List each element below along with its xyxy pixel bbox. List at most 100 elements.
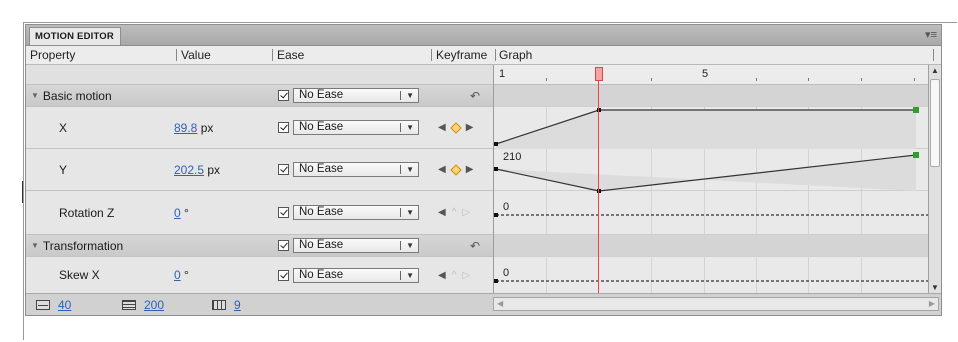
- property-curves: [494, 107, 928, 283]
- property-row-y: Y 202.5 px No Ease ▼ ◀ ▶: [26, 149, 493, 191]
- add-keyframe-icon: ^: [451, 207, 457, 218]
- ease-checkbox[interactable]: [278, 164, 289, 175]
- keyframe-point[interactable]: [494, 142, 498, 146]
- dropdown-arrow-icon: ▼: [406, 165, 414, 174]
- vertical-scrollbar[interactable]: ▲ ▼: [928, 65, 941, 293]
- viewable-frames-value[interactable]: 9: [234, 298, 241, 312]
- add-keyframe-icon: ^: [451, 269, 457, 281]
- property-label: X: [59, 120, 68, 135]
- keyframe-point[interactable]: [913, 107, 919, 113]
- ease-dropdown-value: No Ease: [299, 239, 344, 251]
- column-divider[interactable]: [431, 49, 432, 61]
- previous-keyframe-icon[interactable]: ◀: [438, 164, 446, 175]
- column-header-keyframe: Keyframe: [436, 48, 488, 62]
- expanded-graph-size-value[interactable]: 200: [144, 298, 164, 312]
- rotation-value-label: 0: [502, 201, 511, 213]
- playhead-handle[interactable]: [595, 67, 603, 81]
- property-value-skew-x[interactable]: 0: [174, 268, 181, 282]
- ease-dropdown-value: No Ease: [299, 163, 344, 175]
- collapse-triangle-icon[interactable]: ▼: [31, 241, 39, 250]
- column-header-graph: Graph: [499, 48, 533, 62]
- column-headers: Property Value Ease Keyframe Graph: [26, 46, 941, 65]
- ease-dropdown[interactable]: No Ease ▼: [293, 88, 419, 103]
- ease-checkbox[interactable]: [278, 269, 289, 281]
- ease-checkbox[interactable]: [278, 240, 289, 251]
- property-value-x[interactable]: 89.8: [174, 121, 197, 135]
- dropdown-arrow-icon: ▼: [406, 241, 414, 250]
- property-row-x: X 89.8 px No Ease ▼ ◀ ▶: [26, 107, 493, 149]
- graph-size-value[interactable]: 40: [58, 298, 71, 312]
- motion-editor-tab[interactable]: MOTION EDITOR: [29, 27, 121, 45]
- ease-checkbox[interactable]: [278, 90, 289, 101]
- reset-values-icon[interactable]: ↶: [470, 239, 480, 253]
- playhead-line: [598, 81, 599, 293]
- ease-dropdown-value: No Ease: [299, 121, 344, 133]
- panel-tab-strip: MOTION EDITOR ▾≡: [26, 25, 941, 46]
- scroll-up-arrow-icon[interactable]: ▲: [930, 66, 940, 75]
- graph-area[interactable]: 1 5 210 0 0: [493, 65, 928, 293]
- column-header-ease: Ease: [277, 48, 305, 62]
- scroll-right-arrow-icon[interactable]: ▶: [929, 298, 935, 310]
- category-row-transformation[interactable]: ▼ Transformation No Ease ▼ ↶: [26, 235, 493, 257]
- ease-dropdown-value: No Ease: [299, 206, 344, 218]
- scrollbar-thumb[interactable]: [930, 79, 940, 167]
- previous-keyframe-icon[interactable]: ◀: [438, 122, 446, 133]
- ease-dropdown[interactable]: No Ease ▼: [293, 120, 419, 135]
- keyframe-point[interactable]: [494, 213, 498, 217]
- add-keyframe-icon[interactable]: [450, 163, 462, 176]
- category-row-basic-motion[interactable]: ▼ Basic motion No Ease ▼ ↶: [26, 85, 493, 107]
- keyframe-point[interactable]: [494, 279, 498, 283]
- ease-dropdown[interactable]: No Ease ▼: [293, 267, 419, 283]
- next-keyframe-icon[interactable]: ▶: [466, 122, 474, 133]
- property-value-rotation-z[interactable]: 0: [174, 206, 181, 220]
- reset-values-icon[interactable]: ↶: [470, 89, 480, 103]
- ease-dropdown[interactable]: No Ease ▼: [293, 238, 419, 253]
- column-divider[interactable]: [272, 49, 273, 61]
- ease-dropdown[interactable]: No Ease ▼: [293, 162, 419, 177]
- property-label: Skew X: [59, 268, 100, 282]
- unit-label: px: [207, 162, 221, 177]
- skew-value-label: 0: [502, 267, 511, 279]
- previous-keyframe-icon[interactable]: ◀: [438, 270, 446, 281]
- graph-size-icon: [36, 300, 50, 310]
- viewable-frames-icon: [212, 300, 226, 310]
- column-divider[interactable]: [176, 49, 177, 61]
- scroll-left-arrow-icon[interactable]: ◀: [497, 298, 503, 310]
- motion-editor-panel: MOTION EDITOR ▾≡ Property Value Ease Key…: [25, 24, 942, 316]
- ease-checkbox[interactable]: [278, 207, 289, 218]
- unit-label: px: [200, 120, 214, 135]
- column-divider: [933, 49, 934, 61]
- collapse-triangle-icon[interactable]: ▼: [31, 91, 39, 100]
- scroll-down-arrow-icon[interactable]: ▼: [930, 283, 940, 292]
- next-keyframe-icon: ▷: [462, 269, 471, 281]
- ease-checkbox[interactable]: [278, 122, 289, 133]
- dropdown-arrow-icon: ▼: [406, 123, 414, 132]
- next-keyframe-icon[interactable]: ▶: [466, 164, 474, 175]
- property-row-rotation-z: Rotation Z 0 ° No Ease ▼ ◀ ^ ▷: [26, 191, 493, 235]
- dropdown-arrow-icon: ▼: [406, 91, 414, 100]
- property-value-y[interactable]: 202.5: [174, 163, 204, 177]
- column-divider[interactable]: [495, 49, 496, 61]
- panel-menu-icon[interactable]: ▾≡: [925, 27, 937, 43]
- motion-editor-footer: 40 200 9 ◀ ▶: [26, 293, 941, 315]
- expanded-graph-size-icon: [122, 300, 136, 310]
- add-keyframe-icon[interactable]: [450, 121, 462, 134]
- dropdown-arrow-icon: ▼: [406, 208, 414, 217]
- property-row-skew-x: Skew X 0 ° No Ease ▼ ◀ ^ ▷: [26, 257, 493, 293]
- keyframe-point[interactable]: [913, 152, 919, 158]
- category-label: Basic motion: [42, 88, 112, 103]
- horizontal-scrollbar[interactable]: ◀ ▶: [493, 297, 939, 311]
- column-header-property: Property: [30, 48, 76, 62]
- previous-keyframe-icon[interactable]: ◀: [438, 207, 446, 218]
- property-label: Rotation Z: [59, 205, 115, 220]
- y-curve-fill: [496, 155, 916, 191]
- category-label: Transformation: [42, 238, 124, 253]
- x-curve-fill: [496, 110, 916, 149]
- edge-marker: [22, 181, 23, 203]
- dropdown-arrow-icon: ▼: [406, 270, 414, 280]
- keyframe-point[interactable]: [494, 167, 498, 171]
- ease-dropdown[interactable]: No Ease ▼: [293, 205, 419, 220]
- property-list: ▼ Basic motion No Ease ▼ ↶ X 89.8 px No: [26, 65, 493, 293]
- unit-label: °: [184, 205, 189, 220]
- property-label: Y: [59, 162, 68, 177]
